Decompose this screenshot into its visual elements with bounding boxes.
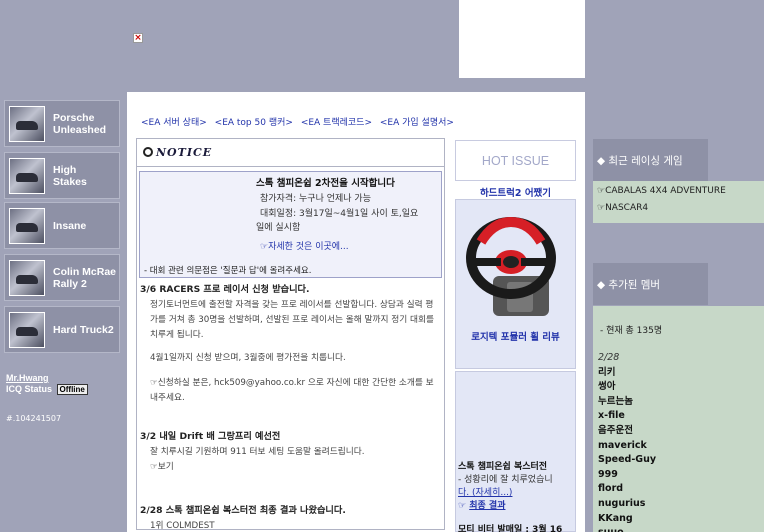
- link-icon: ☞: [597, 203, 606, 213]
- link-icon: ☞: [597, 186, 606, 196]
- member-name: nugurius: [598, 497, 646, 509]
- member-name: 999: [598, 468, 618, 480]
- link-icon: ☞: [260, 242, 269, 252]
- game-label: Hard Truck2: [53, 323, 114, 336]
- notice-detail-link[interactable]: ☞자세한 것은 이곳에...: [260, 239, 349, 252]
- icq-status-label: ICQ Status: [6, 384, 53, 394]
- nav-link-server-status[interactable]: <EA 서버 상태>: [141, 118, 207, 128]
- member-list: 2/28 리키 썽아 누르는놈 x-file 음주운전 maverick Spe…: [598, 351, 656, 532]
- game-label: Porsche Unleashed: [53, 111, 107, 136]
- game-label: High Stakes: [53, 163, 87, 188]
- car-icon: [9, 157, 45, 194]
- hot-issue-result-link[interactable]: ☞ 최종 결과: [458, 498, 505, 511]
- hot-issue-header: HOT ISSUE: [455, 140, 576, 181]
- member-name: maverick: [598, 439, 647, 451]
- post-body: 4월1일까지 신청 받으며, 3월중에 평가전을 치룹니다.: [150, 353, 346, 363]
- sidebar-item-colin-mcrae[interactable]: Colin McRae Rally 2: [4, 254, 120, 301]
- hot-issue-item-title: 스톡 챔피온쉽 복스터전: [458, 462, 548, 472]
- hot-issue-line: - 성황리에 잘 치루었습니: [458, 475, 553, 485]
- member-name: 누르는놈: [598, 395, 633, 407]
- broken-image-icon: ×: [133, 33, 143, 43]
- hot-issue-caption[interactable]: 로지텍 포뮬러 휠 리뷰: [455, 329, 576, 343]
- member-name: Speed-Guy: [598, 454, 657, 466]
- notice-title: NOTICE: [143, 146, 212, 159]
- member-date: 2/28: [598, 352, 620, 363]
- icq-status-badge[interactable]: Offline: [56, 384, 88, 395]
- recent-game-link[interactable]: ☞NASCAR4: [597, 203, 648, 213]
- ea-nav-links: <EA 서버 상태> <EA top 50 랭커> <EA 트랙레코드> <EA…: [141, 115, 459, 128]
- member-name: 리키: [598, 366, 616, 378]
- car-icon: [9, 207, 45, 244]
- link-icon: ☞: [150, 378, 158, 388]
- car-icon: [9, 105, 45, 142]
- member-name: suuo: [598, 526, 656, 532]
- notice-box-line: 대회일정: 3월17일~4월1일 사이 토,일요: [260, 209, 419, 219]
- member-name: 썽아: [598, 381, 616, 393]
- icq-number: #.104241507: [6, 414, 62, 423]
- member-count: - 현재 총 135명: [600, 326, 663, 336]
- notice-box-line: 참가자격: 누구나 언제나 가능: [260, 194, 371, 204]
- post-title: 3/6 RACERS 프로 레이서 신청 받습니다.: [140, 284, 310, 295]
- post-body: 1위 COLMDEST: [150, 521, 215, 530]
- sidebar-item-high-stakes[interactable]: High Stakes: [4, 152, 120, 199]
- post-stock-result: 2/28 스톡 챔피온쉽 복스터전 최종 결과 나왔습니다. 1위 COLMDE…: [140, 503, 440, 530]
- member-name: flord: [598, 483, 624, 495]
- car-icon: [9, 259, 45, 296]
- post-body: 정기토너먼트에 출전할 자격을 갖는 프로 레이서를 선발합니다. 상담과 실력…: [150, 300, 434, 340]
- link-icon: ☞: [458, 501, 467, 511]
- post-drift: 3/2 내일 Drift 배 그랑프리 예선전 잘 치루시길 기원하며 911 …: [140, 429, 440, 475]
- member-name: 음주운전: [598, 424, 633, 436]
- sidebar-item-hard-truck2[interactable]: Hard Truck2: [4, 306, 120, 353]
- recent-games-header: ◆ 최근 레이싱 게임: [593, 139, 708, 181]
- profile-block: Mr.Hwang ICQ Status Offline: [6, 373, 88, 395]
- notice-box-footer: - 대회 관련 의문점은 '질문과 답'에 올려주세요.: [144, 266, 312, 276]
- game-label: Insane: [53, 219, 87, 232]
- post-title: 2/28 스톡 챔피온쉽 복스터전 최종 결과 나왔습니다.: [140, 505, 346, 516]
- notice-box-line: 일에 실시함: [256, 223, 301, 233]
- post-body: 잘 치루시길 기원하며 911 터보 세팅 도움말 올려드립니다.: [150, 447, 365, 457]
- notice-bullet-icon: [143, 147, 153, 157]
- nav-link-join-guide[interactable]: <EA 가입 설명서>: [380, 118, 454, 128]
- notice-box-title: 스톡 챔피온쉽 2차전을 시작합니다: [256, 178, 395, 189]
- member-name: x-file: [598, 410, 625, 422]
- game-label: Colin McRae Rally 2: [53, 265, 117, 290]
- recent-game-link[interactable]: ☞CABALAS 4X4 ADVENTURE: [597, 186, 726, 196]
- post-body: ☞신청하실 분은, hck509@yahoo.co.kr 으로 자신에 대한 간…: [150, 378, 434, 403]
- steering-wheel-image[interactable]: [463, 214, 571, 324]
- member-name: KKang: [598, 512, 633, 524]
- post-link[interactable]: ☞보기: [140, 460, 440, 475]
- notice-header: NOTICE: [137, 139, 444, 167]
- header-blank-area: [459, 0, 585, 78]
- post-racers: 3/6 RACERS 프로 레이서 신청 받습니다. 정기토너먼트에 출전할 자…: [140, 282, 440, 406]
- truck-icon: [9, 311, 45, 348]
- post-title: 3/2 내일 Drift 배 그랑프리 예선전: [140, 431, 281, 442]
- notice-panel: NOTICE 스톡 챔피온쉽 2차전을 시작합니다 참가자격: 누구나 언제나 …: [136, 138, 445, 530]
- sidebar-item-insane[interactable]: Insane: [4, 202, 120, 249]
- hot-issue-item-title[interactable]: 하드트럭2 어쨌기: [455, 185, 576, 199]
- hot-issue-more-link[interactable]: 다. (자세히...): [458, 485, 512, 498]
- sidebar-item-porsche-unleashed[interactable]: Porsche Unleashed: [4, 100, 120, 147]
- profile-name[interactable]: Mr.Hwang: [6, 373, 49, 383]
- notice-highlight-box: 스톡 챔피온쉽 2차전을 시작합니다 참가자격: 누구나 언제나 가능 대회일정…: [139, 171, 442, 278]
- link-icon: ☞: [150, 462, 158, 472]
- hot-issue-item-title: 모티 비터 발매일 : 3월 16: [458, 525, 563, 532]
- nav-link-track-record[interactable]: <EA 트랙레코드>: [301, 118, 372, 128]
- nav-link-top50[interactable]: <EA top 50 랭커>: [215, 118, 293, 128]
- members-header: ◆ 추가된 멤버: [593, 263, 708, 305]
